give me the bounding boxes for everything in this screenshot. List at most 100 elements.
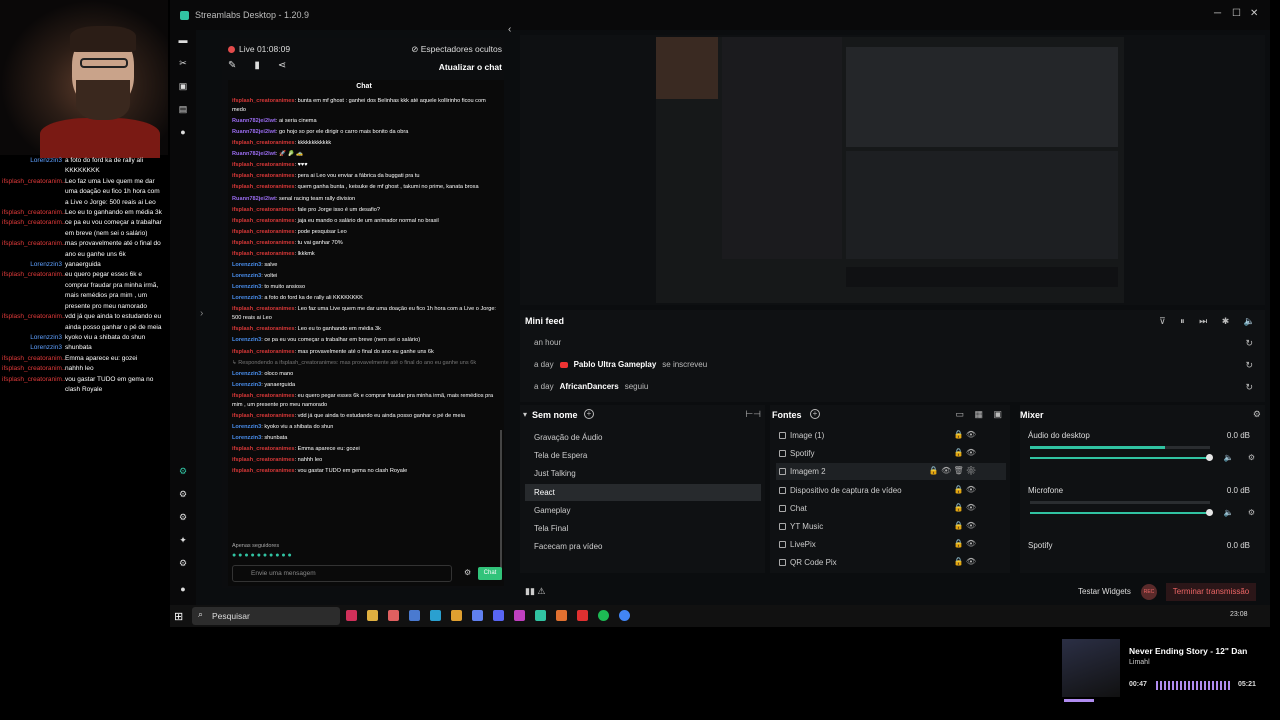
scene-transition-icon[interactable]: ⊢⊣ <box>745 409 761 420</box>
plugins-icon[interactable]: ✦ <box>178 535 188 545</box>
mini-feed-controls[interactable]: ⊽ ⏸ ⏭ ✱ 🔈 <box>1159 316 1261 327</box>
app-icon[interactable] <box>472 610 483 621</box>
user-icon[interactable]: ● <box>178 584 188 594</box>
chat-username[interactable]: Lorenzzin3 <box>232 435 261 441</box>
taskbar-search[interactable]: Pesquisar <box>192 607 340 625</box>
source-lock-visibility-icon[interactable]: 🔒 👁 <box>954 485 976 494</box>
mixer-slider-knob[interactable] <box>1206 509 1213 516</box>
source-item[interactable]: LivePix 🔒 👁 <box>776 536 1006 553</box>
mixer-mute-settings-icon[interactable]: 🔈 ⚙ <box>1224 508 1261 517</box>
widgets-icon[interactable]: ⚙ <box>178 512 188 522</box>
play-icon[interactable]: ● <box>178 127 188 137</box>
scene-item[interactable]: Just Talking <box>525 465 761 482</box>
chat-username[interactable]: ifsplash_creatoranimes <box>232 184 295 190</box>
mixer-volume-slider[interactable] <box>1030 512 1210 514</box>
source-item[interactable]: QR Code Pix 🔒 👁 <box>776 554 1006 571</box>
mixer-mute-settings-icon[interactable]: 🔈 ⚙ <box>1224 453 1261 462</box>
tools-icon[interactable]: ⚙ <box>178 489 188 499</box>
app-icon[interactable] <box>430 610 441 621</box>
app-icon[interactable] <box>451 610 462 621</box>
end-stream-button[interactable]: Terminar transmissão <box>1166 583 1256 601</box>
stats-icon[interactable]: ▮▮ ⚠ <box>525 586 545 597</box>
streamlabs-icon[interactable] <box>535 610 546 621</box>
chat-username[interactable]: Lorenzzin3 <box>232 371 261 377</box>
replay-icon[interactable]: ↻ <box>1245 360 1253 371</box>
chat-username[interactable]: Lorenzzin3 <box>232 262 261 268</box>
source-toolbar-icons[interactable]: ▭ ▦ ▣ <box>955 409 1006 420</box>
share-icon[interactable]: ⋖ <box>278 60 286 71</box>
refresh-chat-button[interactable]: Atualizar o chat <box>439 62 502 72</box>
source-lock-visibility-icon[interactable]: 🔒 👁 <box>954 430 976 439</box>
youtube-icon[interactable] <box>577 610 588 621</box>
chat-scrollbar[interactable] <box>500 430 502 580</box>
scene-item[interactable]: Gameplay <box>525 502 761 519</box>
source-lock-visibility-icon[interactable]: 🔒 👁 <box>954 448 976 457</box>
chat-username[interactable]: ifsplash_creatoranimes <box>232 413 295 419</box>
source-item[interactable]: Dispositivo de captura de vídeo 🔒 👁 <box>776 482 1006 499</box>
source-lock-visibility-icon[interactable]: 🔒 👁 <box>954 521 976 530</box>
chat-username[interactable]: Lorenzzin3 <box>232 382 261 388</box>
app-icon[interactable] <box>556 610 567 621</box>
chat-username[interactable]: ifsplash_creatoranimes <box>232 446 295 452</box>
collapse-chevron-left-icon[interactable]: ‹ <box>508 24 511 35</box>
chat-username[interactable]: Lorenzzin3 <box>232 337 261 343</box>
chat-username[interactable]: Lorenzzin3 <box>232 284 261 290</box>
add-source-icon[interactable]: + <box>810 409 820 419</box>
windows-start-icon[interactable]: ⊞ <box>174 610 183 623</box>
scene-item[interactable]: Gravação de Áudio <box>525 429 761 446</box>
chat-username[interactable]: Ruann782jei2lwt <box>232 129 276 135</box>
chat-username[interactable]: Lorenzzin3 <box>232 424 261 430</box>
app-icon[interactable] <box>388 610 399 621</box>
chat-username[interactable]: ifsplash_creatoranimes <box>232 162 295 168</box>
scene-item[interactable]: React <box>525 483 761 501</box>
chat-username[interactable]: ifsplash_creatoranimes <box>232 218 295 224</box>
source-lock-visibility-icon[interactable]: 🔒 👁 <box>954 539 976 548</box>
source-item[interactable]: Chat 🔒 👁 <box>776 500 1006 517</box>
chat-username[interactable]: Ruann782jei2lwt <box>232 196 276 202</box>
test-widgets-button[interactable]: Testar Widgets <box>1078 587 1131 596</box>
chat-username[interactable]: ifsplash_creatoranimes <box>232 326 295 332</box>
mixer-volume-slider[interactable] <box>1030 457 1210 459</box>
chat-username[interactable]: ifsplash_creatoranimes <box>232 229 295 235</box>
edit-icon[interactable]: ✎ <box>228 60 236 71</box>
chat-username[interactable]: ifsplash_creatoranimes <box>232 173 295 179</box>
source-item[interactable]: YT Music 🔒 👁 <box>776 518 1006 535</box>
minimize-icon[interactable]: ─ <box>1214 8 1221 19</box>
chat-username[interactable]: ifsplash_creatoranimes <box>232 349 295 355</box>
chevron-down-icon[interactable]: ▾ <box>523 410 527 419</box>
close-icon[interactable]: ✕ <box>1250 8 1258 19</box>
replay-icon[interactable]: ↻ <box>1245 338 1253 349</box>
mixer-slider-knob[interactable] <box>1206 454 1213 461</box>
discord-icon[interactable] <box>493 610 504 621</box>
source-item[interactable]: Spotify 🔒 👁 <box>776 445 1006 462</box>
store-icon[interactable]: ▣ <box>178 81 188 91</box>
themes-icon[interactable]: ✂ <box>178 58 188 68</box>
save-icon[interactable]: ▮ <box>254 60 260 71</box>
scene-item[interactable]: Tela Final <box>525 520 761 537</box>
chat-message-input[interactable]: Envie uma mensagem <box>232 565 452 582</box>
chat-username[interactable]: ifsplash_creatoranimes <box>232 251 295 257</box>
source-lock-visibility-icon[interactable]: 🔒 👁 <box>954 503 976 512</box>
mixer-settings-icon[interactable]: ⚙ <box>1253 409 1261 420</box>
collapse-chat-chevron-icon[interactable]: › <box>200 308 203 319</box>
spotify-icon[interactable] <box>598 610 609 621</box>
chat-username[interactable]: Lorenzzin3 <box>232 273 261 279</box>
replay-icon[interactable]: ↻ <box>1245 382 1253 393</box>
source-lock-visibility-icon[interactable]: 🔒 👁 🗑 ⚙ <box>929 466 976 475</box>
app-icon[interactable] <box>514 610 525 621</box>
source-item[interactable]: Image (1) 🔒 👁 <box>776 427 1006 444</box>
maximize-icon[interactable]: ☐ <box>1232 8 1241 19</box>
source-lock-visibility-icon[interactable]: 🔒 👁 <box>954 557 976 566</box>
chat-username[interactable]: ifsplash_creatoranimes <box>232 240 295 246</box>
apps-icon[interactable]: ⚙ <box>178 466 188 476</box>
chat-username[interactable]: Lorenzzin3 <box>232 295 261 301</box>
app-icon[interactable] <box>346 610 357 621</box>
chat-username[interactable]: Ruann782jei2lwt <box>232 118 276 124</box>
layout-icon[interactable]: ▤ <box>178 104 188 114</box>
chat-username[interactable]: ifsplash_creatoranimes <box>232 457 295 463</box>
chat-username[interactable]: ifsplash_creatoranimes <box>232 207 295 213</box>
folder-icon[interactable] <box>367 610 378 621</box>
stream-preview[interactable] <box>520 35 1265 312</box>
chat-username[interactable]: ifsplash_creatoranimes <box>232 98 295 104</box>
source-item[interactable]: Imagem 2 🔒 👁 🗑 ⚙ <box>776 463 1006 481</box>
